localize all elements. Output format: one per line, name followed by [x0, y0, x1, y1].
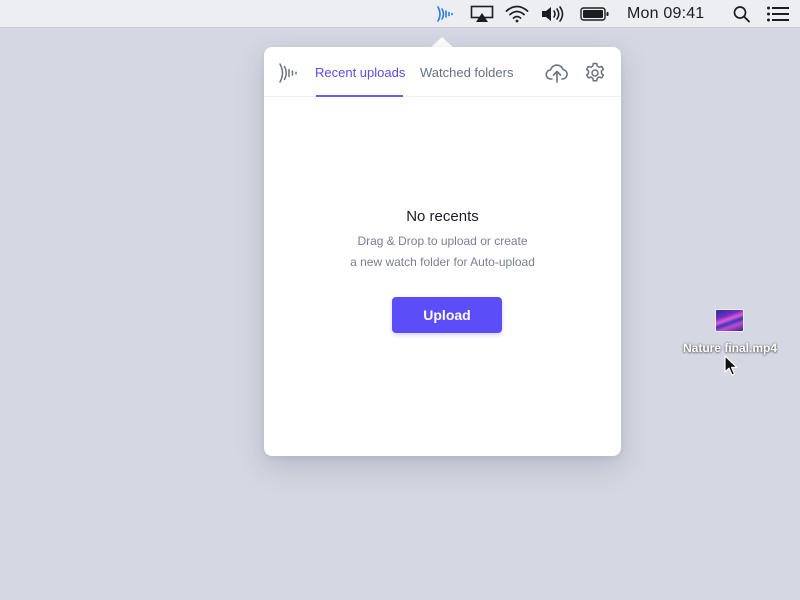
tab-watched-folders[interactable]: Watched folders — [420, 65, 513, 80]
mouse-cursor-icon — [724, 355, 738, 382]
search-icon[interactable] — [732, 4, 752, 24]
gear-icon — [585, 62, 605, 82]
active-tab-indicator — [316, 95, 403, 97]
empty-state-title: No recents — [406, 208, 479, 225]
app-waves-icon[interactable] — [436, 4, 456, 24]
menu-bar: Mon 09:41 — [0, 0, 800, 28]
airplay-icon[interactable] — [470, 4, 494, 24]
list-icon[interactable] — [766, 4, 790, 24]
settings-button[interactable] — [583, 61, 607, 85]
popover-header: Recent uploads Watched folders — [264, 47, 621, 97]
upload-cloud-icon — [545, 64, 568, 83]
tab-recent-uploads[interactable]: Recent uploads — [315, 65, 405, 80]
empty-state-description-line1: Drag & Drop to upload or create — [357, 234, 528, 248]
wifi-icon[interactable] — [505, 4, 529, 24]
menu-bar-clock[interactable]: Mon 09:41 — [627, 5, 704, 23]
volume-icon[interactable] — [540, 4, 568, 24]
battery-icon[interactable] — [580, 4, 610, 24]
upload-cloud-button[interactable] — [545, 61, 569, 85]
upload-button[interactable]: Upload — [392, 297, 502, 333]
video-file-thumbnail[interactable] — [716, 310, 743, 331]
logo-waves-icon — [278, 62, 300, 89]
empty-state-description-line2: a new watch folder for Auto-upload — [350, 255, 535, 269]
uploader-popover: Recent uploads Watched folders No recent… — [264, 47, 621, 456]
file-name-label[interactable]: Nature final.mp4 — [670, 341, 790, 355]
